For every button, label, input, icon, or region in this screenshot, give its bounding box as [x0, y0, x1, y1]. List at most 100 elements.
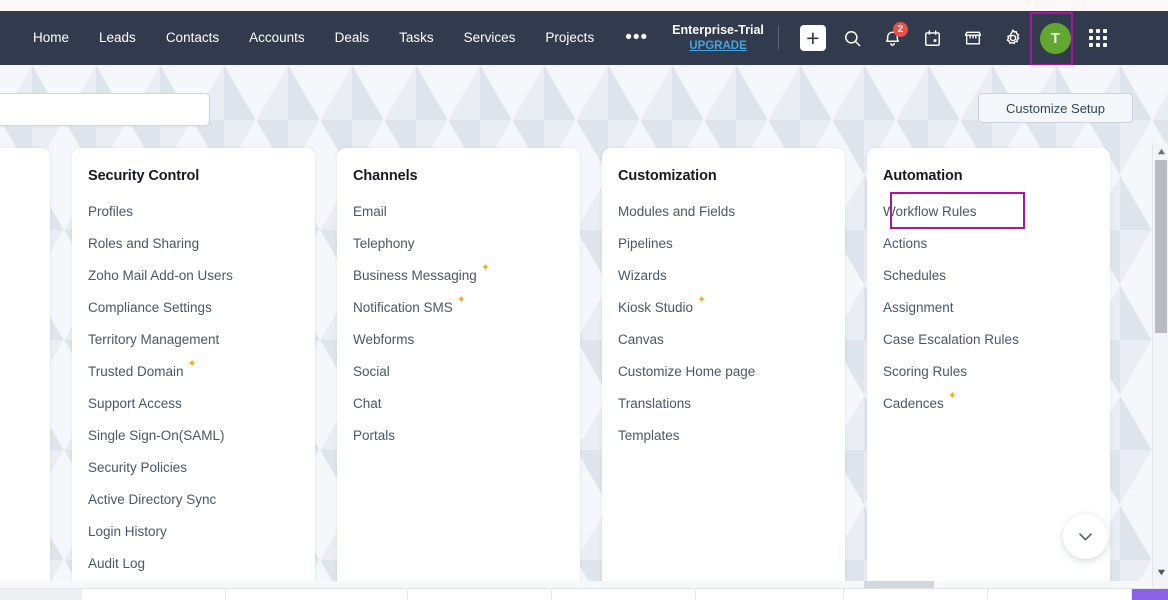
- scrollbar-thumb[interactable]: [1155, 160, 1167, 333]
- setup-link-canvas[interactable]: Canvas: [618, 324, 845, 356]
- setup-link-assignment[interactable]: Assignment: [883, 292, 1110, 324]
- setup-link-schedules[interactable]: Schedules: [883, 260, 1110, 292]
- setup-link-login-history[interactable]: Login History: [88, 516, 315, 548]
- setup-link-territory-management[interactable]: Territory Management: [88, 324, 315, 356]
- scroll-down-fab[interactable]: [1063, 514, 1108, 559]
- shop-icon: [964, 31, 982, 45]
- setup-card-channels: Channels Email Telephony Business Messag…: [337, 148, 580, 594]
- caret-down-icon: [1157, 569, 1165, 575]
- setup-link-single-sign-on-saml[interactable]: Single Sign-On(SAML): [88, 420, 315, 452]
- setup-link-cadences[interactable]: Cadences ✦: [883, 388, 1110, 420]
- setup-link-support-access[interactable]: Support Access: [88, 388, 315, 420]
- new-sparkle-icon: ✦: [187, 358, 197, 370]
- horizontal-scrollbar-thumb[interactable]: [864, 581, 934, 588]
- nav-divider: [777, 26, 779, 50]
- nav-tab-tasks[interactable]: Tasks: [384, 11, 449, 65]
- taskbar-cell[interactable]: [844, 589, 988, 600]
- setup-link-zoho-mail-add-on-users[interactable]: Zoho Mail Add-on Users: [88, 260, 315, 292]
- apps-grid-icon: [1088, 29, 1107, 47]
- search-button[interactable]: [833, 18, 873, 58]
- nav-action-icons: + 2 T: [793, 18, 1118, 58]
- taskbar-cell[interactable]: [226, 589, 408, 600]
- vertical-scrollbar[interactable]: [1152, 143, 1168, 600]
- chevron-down-icon: [1079, 533, 1092, 541]
- search-input[interactable]: [0, 94, 209, 125]
- page-top-strip: [0, 0, 1168, 11]
- gear-icon: [1006, 29, 1020, 45]
- bottom-taskbar: [0, 588, 1168, 600]
- card-title-security-control: Security Control: [88, 168, 200, 184]
- taskbar-cell[interactable]: [0, 589, 82, 600]
- setup-link-telephony[interactable]: Telephony: [353, 228, 580, 260]
- setup-link-roles-and-sharing[interactable]: Roles and Sharing: [88, 228, 315, 260]
- new-sparkle-icon: ✦: [947, 390, 958, 402]
- setup-link-customize-home-page[interactable]: Customize Home page: [618, 356, 845, 388]
- nav-tab-deals[interactable]: Deals: [320, 11, 385, 65]
- new-sparkle-icon: ✦: [456, 294, 467, 306]
- scrollbar-down-arrow[interactable]: [1153, 564, 1168, 580]
- taskbar-cell[interactable]: [408, 589, 552, 600]
- taskbar-cell[interactable]: [82, 589, 226, 600]
- nav-tab-accounts[interactable]: Accounts: [234, 11, 320, 65]
- scrollbar-up-arrow[interactable]: [1153, 143, 1168, 159]
- customize-setup-button[interactable]: Customize Setup: [978, 93, 1133, 123]
- setup-link-translations[interactable]: Translations: [618, 388, 845, 420]
- nav-tab-home[interactable]: Home: [18, 11, 84, 65]
- taskbar-cell[interactable]: [696, 589, 844, 600]
- caret-up-icon: [1157, 148, 1165, 154]
- calendar-button[interactable]: [913, 18, 953, 58]
- setup-link-profiles[interactable]: Profiles: [88, 196, 315, 228]
- setup-link-wizards[interactable]: Wizards: [618, 260, 845, 292]
- setup-link-email[interactable]: Email: [353, 196, 580, 228]
- setup-link-notification-sms[interactable]: Notification SMS ✦: [353, 292, 580, 324]
- setup-link-scoring-rules[interactable]: Scoring Rules: [883, 356, 1110, 388]
- apps-launcher-button[interactable]: [1078, 18, 1118, 58]
- new-sparkle-icon: ✦: [697, 294, 707, 306]
- setup-link-actions[interactable]: Actions: [883, 228, 1110, 260]
- plus-icon: +: [799, 25, 826, 51]
- trial-info: Enterprise-Trial UPGRADE: [672, 23, 764, 53]
- setup-link-compliance-settings[interactable]: Compliance Settings: [88, 292, 315, 324]
- notifications-button[interactable]: 2: [873, 18, 913, 58]
- top-navigation-bar: Home Leads Contacts Accounts Deals Tasks…: [0, 11, 1168, 65]
- settings-button[interactable]: [993, 18, 1033, 58]
- add-record-button[interactable]: +: [793, 18, 833, 58]
- setup-link-templates[interactable]: Templates: [618, 420, 845, 452]
- setup-link-social[interactable]: Social: [353, 356, 580, 388]
- setup-link-case-escalation-rules[interactable]: Case Escalation Rules: [883, 324, 1110, 356]
- setup-search-box[interactable]: [0, 93, 210, 126]
- setup-card-partial: [0, 148, 50, 594]
- setup-link-portals[interactable]: Portals: [353, 420, 580, 452]
- upgrade-link[interactable]: UPGRADE: [672, 39, 764, 53]
- setup-link-chat[interactable]: Chat: [353, 388, 580, 420]
- setup-columns: Security Control Profiles Roles and Shar…: [0, 148, 1152, 594]
- setup-link-pipelines[interactable]: Pipelines: [618, 228, 845, 260]
- setup-link-trusted-domain[interactable]: Trusted Domain ✦: [88, 356, 315, 388]
- marketplace-button[interactable]: [953, 18, 993, 58]
- setup-link-kiosk-studio[interactable]: Kiosk Studio ✦: [618, 292, 845, 324]
- setup-card-customization: Customization Modules and Fields Pipelin…: [602, 148, 845, 594]
- taskbar-cell[interactable]: [552, 589, 696, 600]
- taskbar-cell-active[interactable]: [1132, 589, 1168, 600]
- card-title-customization: Customization: [618, 168, 717, 184]
- search-icon: [845, 30, 861, 46]
- calendar-icon: [925, 29, 941, 46]
- nav-tab-projects[interactable]: Projects: [530, 11, 609, 65]
- nav-more-tabs-button[interactable]: •••: [609, 18, 664, 58]
- setup-link-workflow-rules[interactable]: Workflow Rules: [883, 196, 1110, 228]
- user-avatar[interactable]: T: [1039, 22, 1071, 54]
- setup-link-business-messaging[interactable]: Business Messaging ✦: [353, 260, 580, 292]
- module-tabs: Home Leads Contacts Accounts Deals Tasks…: [18, 11, 664, 65]
- setup-link-security-policies[interactable]: Security Policies: [88, 452, 315, 484]
- setup-link-webforms[interactable]: Webforms: [353, 324, 580, 356]
- setup-link-audit-log[interactable]: Audit Log: [88, 548, 315, 580]
- nav-tab-services[interactable]: Services: [449, 11, 531, 65]
- horizontal-scrollbar[interactable]: [0, 581, 1152, 588]
- scrollbar-track[interactable]: [1153, 160, 1168, 564]
- card-title-channels: Channels: [353, 168, 418, 184]
- taskbar-cell[interactable]: [988, 589, 1132, 600]
- nav-tab-leads[interactable]: Leads: [84, 11, 151, 65]
- nav-tab-contacts[interactable]: Contacts: [151, 11, 234, 65]
- setup-link-modules-and-fields[interactable]: Modules and Fields: [618, 196, 845, 228]
- setup-link-active-directory-sync[interactable]: Active Directory Sync: [88, 484, 315, 516]
